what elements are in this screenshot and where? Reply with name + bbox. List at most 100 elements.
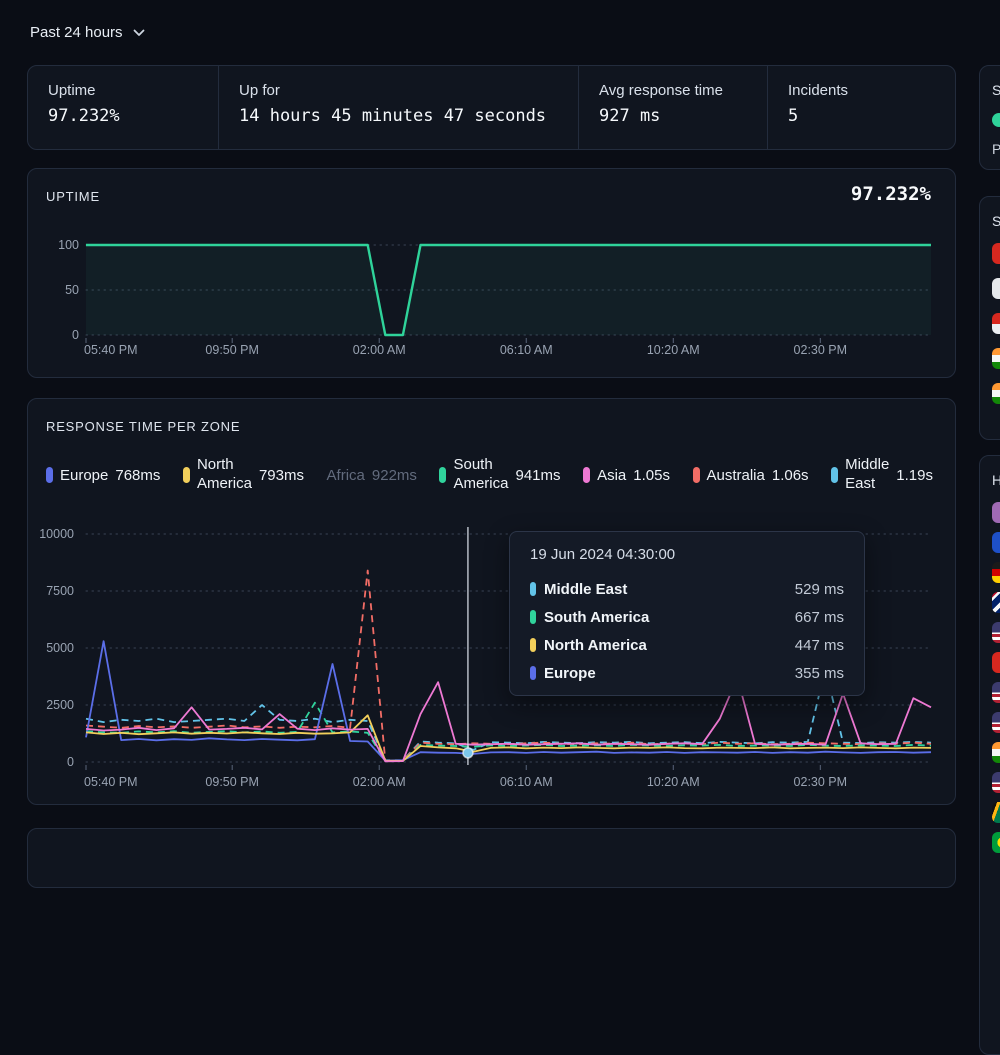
- active-point-dot: [463, 748, 473, 758]
- tooltip-row-north-america: North America447 ms: [530, 631, 844, 659]
- side-panel-header: S: [992, 82, 1000, 98]
- legend-marker-icon: [583, 467, 590, 483]
- flag-icon-south-africa[interactable]: [992, 802, 1000, 823]
- x-axis-label: 10:20 AM: [647, 343, 700, 357]
- y-axis-label: 7500: [46, 584, 74, 598]
- tooltip-zone-value: 355 ms: [795, 665, 844, 682]
- x-axis-label: 06:10 AM: [500, 775, 553, 789]
- uptime-area-fill: [86, 245, 931, 335]
- legend-marker-icon: [46, 467, 53, 483]
- side-panel-text: P: [992, 141, 1000, 157]
- legend-item-australia[interactable]: Australia 1.06s: [693, 467, 809, 484]
- flag-icon-india[interactable]: [992, 383, 1000, 404]
- legend-item-africa[interactable]: Africa 922ms: [327, 467, 417, 484]
- x-axis-label: 09:50 PM: [205, 343, 259, 357]
- flag-list: [992, 502, 1000, 862]
- uptime-chart-card: 10050005:40 PM09:50 PM02:00 AM06:10 AM10…: [27, 168, 956, 378]
- stat-avg-response-time: Avg response time 927 ms: [578, 66, 767, 149]
- x-axis-label: 02:30 PM: [794, 775, 848, 789]
- y-axis-label: 0: [67, 755, 74, 769]
- legend-item-asia[interactable]: Asia1.05s: [583, 467, 670, 484]
- flag-icon-uk[interactable]: [992, 592, 1000, 613]
- legend-zone-value: 768ms: [115, 467, 160, 484]
- tooltip-zone-label: North America: [544, 637, 647, 654]
- legend-marker-icon: [183, 467, 190, 483]
- tooltip-marker-icon: [530, 638, 536, 652]
- tooltip-zone-label: South America: [544, 609, 649, 626]
- y-axis-label: 2500: [46, 698, 74, 712]
- legend-item-north-america[interactable]: North America793ms: [183, 456, 304, 494]
- next-section-card: [27, 828, 956, 888]
- tooltip-marker-icon: [530, 610, 536, 624]
- uptime-percentage-value: 97.232%: [851, 183, 931, 205]
- side-panel-regions: H: [979, 455, 1000, 1055]
- tooltip-zone-label: Middle East: [544, 581, 627, 598]
- time-range-selector[interactable]: Past 24 hours: [30, 24, 145, 41]
- legend-marker-icon: [693, 467, 700, 483]
- flag-icon-us[interactable]: [992, 682, 1000, 703]
- tooltip-row-south-america: South America 667 ms: [530, 603, 844, 631]
- flag-icon-us[interactable]: [992, 622, 1000, 643]
- tooltip-zone-label: Europe: [544, 665, 596, 682]
- flag-icon-germany[interactable]: [992, 562, 1000, 583]
- y-axis-label: 100: [58, 238, 79, 252]
- flag-icon-purple[interactable]: [992, 502, 1000, 523]
- tooltip-marker-icon: [530, 582, 536, 596]
- legend-zone-value: 1.05s: [633, 467, 670, 484]
- x-axis-label: 10:20 AM: [647, 775, 700, 789]
- tooltip-rows: Middle East 529 ms South America 667 ms Nort…: [530, 575, 844, 687]
- flag-icon-red-white[interactable]: [992, 313, 1000, 334]
- flag-list: [992, 243, 1000, 418]
- legend-zone-value: 1.19s: [896, 467, 933, 484]
- legend-zone-label: Africa: [327, 467, 365, 484]
- legend-zone-value: 922ms: [372, 467, 417, 484]
- stat-label: Up for: [239, 82, 558, 99]
- flag-icon-red[interactable]: [992, 243, 1000, 264]
- tooltip-zone-value: 667 ms: [795, 609, 844, 626]
- stats-summary-card: Uptime 97.232% Up for 14 hours 45 minute…: [27, 65, 956, 150]
- legend-zone-label: South America: [453, 456, 508, 494]
- dashboard-page: { "header": { "range_label": "Past 24 ho…: [0, 0, 1000, 836]
- stat-value: 927 ms: [599, 106, 747, 126]
- flag-icon-white[interactable]: [992, 278, 1000, 299]
- side-panel-header: H: [992, 472, 1000, 488]
- legend-item-middle-east[interactable]: Middle East 1.19s: [831, 456, 933, 494]
- x-axis-label: 09:50 PM: [205, 775, 259, 789]
- tooltip-row-middle-east: Middle East 529 ms: [530, 575, 844, 603]
- flag-icon-india[interactable]: [992, 742, 1000, 763]
- flag-icon-us[interactable]: [992, 772, 1000, 793]
- legend-zone-label: Middle East: [845, 456, 889, 494]
- y-axis-label: 5000: [46, 641, 74, 655]
- tooltip-timestamp: 19 Jun 2024 04:30:00: [530, 546, 844, 563]
- x-axis-label: 02:00 AM: [353, 775, 406, 789]
- x-axis-label: 02:30 PM: [794, 343, 848, 357]
- legend-item-south-america[interactable]: South America941ms: [439, 456, 560, 494]
- x-axis-label: 05:40 PM: [84, 343, 138, 357]
- legend-zone-label: North America: [197, 456, 252, 494]
- legend-item-europe[interactable]: Europe768ms: [46, 467, 160, 484]
- x-axis-label: 02:00 AM: [353, 343, 406, 357]
- flag-icon-eu[interactable]: [992, 532, 1000, 553]
- legend-zone-value: 1.06s: [772, 467, 809, 484]
- chart-tooltip: 19 Jun 2024 04:30:00 Middle East 529 ms So…: [509, 531, 865, 696]
- stat-value: 97.232%: [48, 106, 198, 126]
- legend: Europe768ms North America793ms Africa 922ms…: [46, 443, 933, 507]
- legend-marker-icon: [831, 467, 838, 483]
- stat-up-for: Up for 14 hours 45 minutes 47 seconds: [218, 66, 578, 149]
- response-time-chart-card: 10000 7500 5000 2500 0 05:40 PM 09:50 PM 02:00 …: [27, 398, 956, 805]
- flag-icon-brazil[interactable]: [992, 832, 1000, 853]
- response-card-title: RESPONSE TIME PER ZONE: [46, 419, 240, 434]
- x-axis-label: 05:40 PM: [84, 775, 138, 789]
- legend-zone-label: Australia: [707, 467, 765, 484]
- uptime-chart[interactable]: 10050005:40 PM09:50 PM02:00 AM06:10 AM10…: [28, 169, 955, 377]
- tooltip-zone-value: 529 ms: [795, 581, 844, 598]
- flag-icon-red[interactable]: [992, 652, 1000, 673]
- flag-icon-us[interactable]: [992, 712, 1000, 733]
- stat-uptime: Uptime 97.232%: [28, 66, 218, 149]
- y-axis-label: 10000: [39, 527, 74, 541]
- y-axis-label: 0: [72, 328, 79, 342]
- y-axis-label: 50: [65, 283, 79, 297]
- flag-icon-india[interactable]: [992, 348, 1000, 369]
- uptime-card-title: UPTIME: [46, 189, 100, 204]
- stat-label: Incidents: [788, 82, 935, 99]
